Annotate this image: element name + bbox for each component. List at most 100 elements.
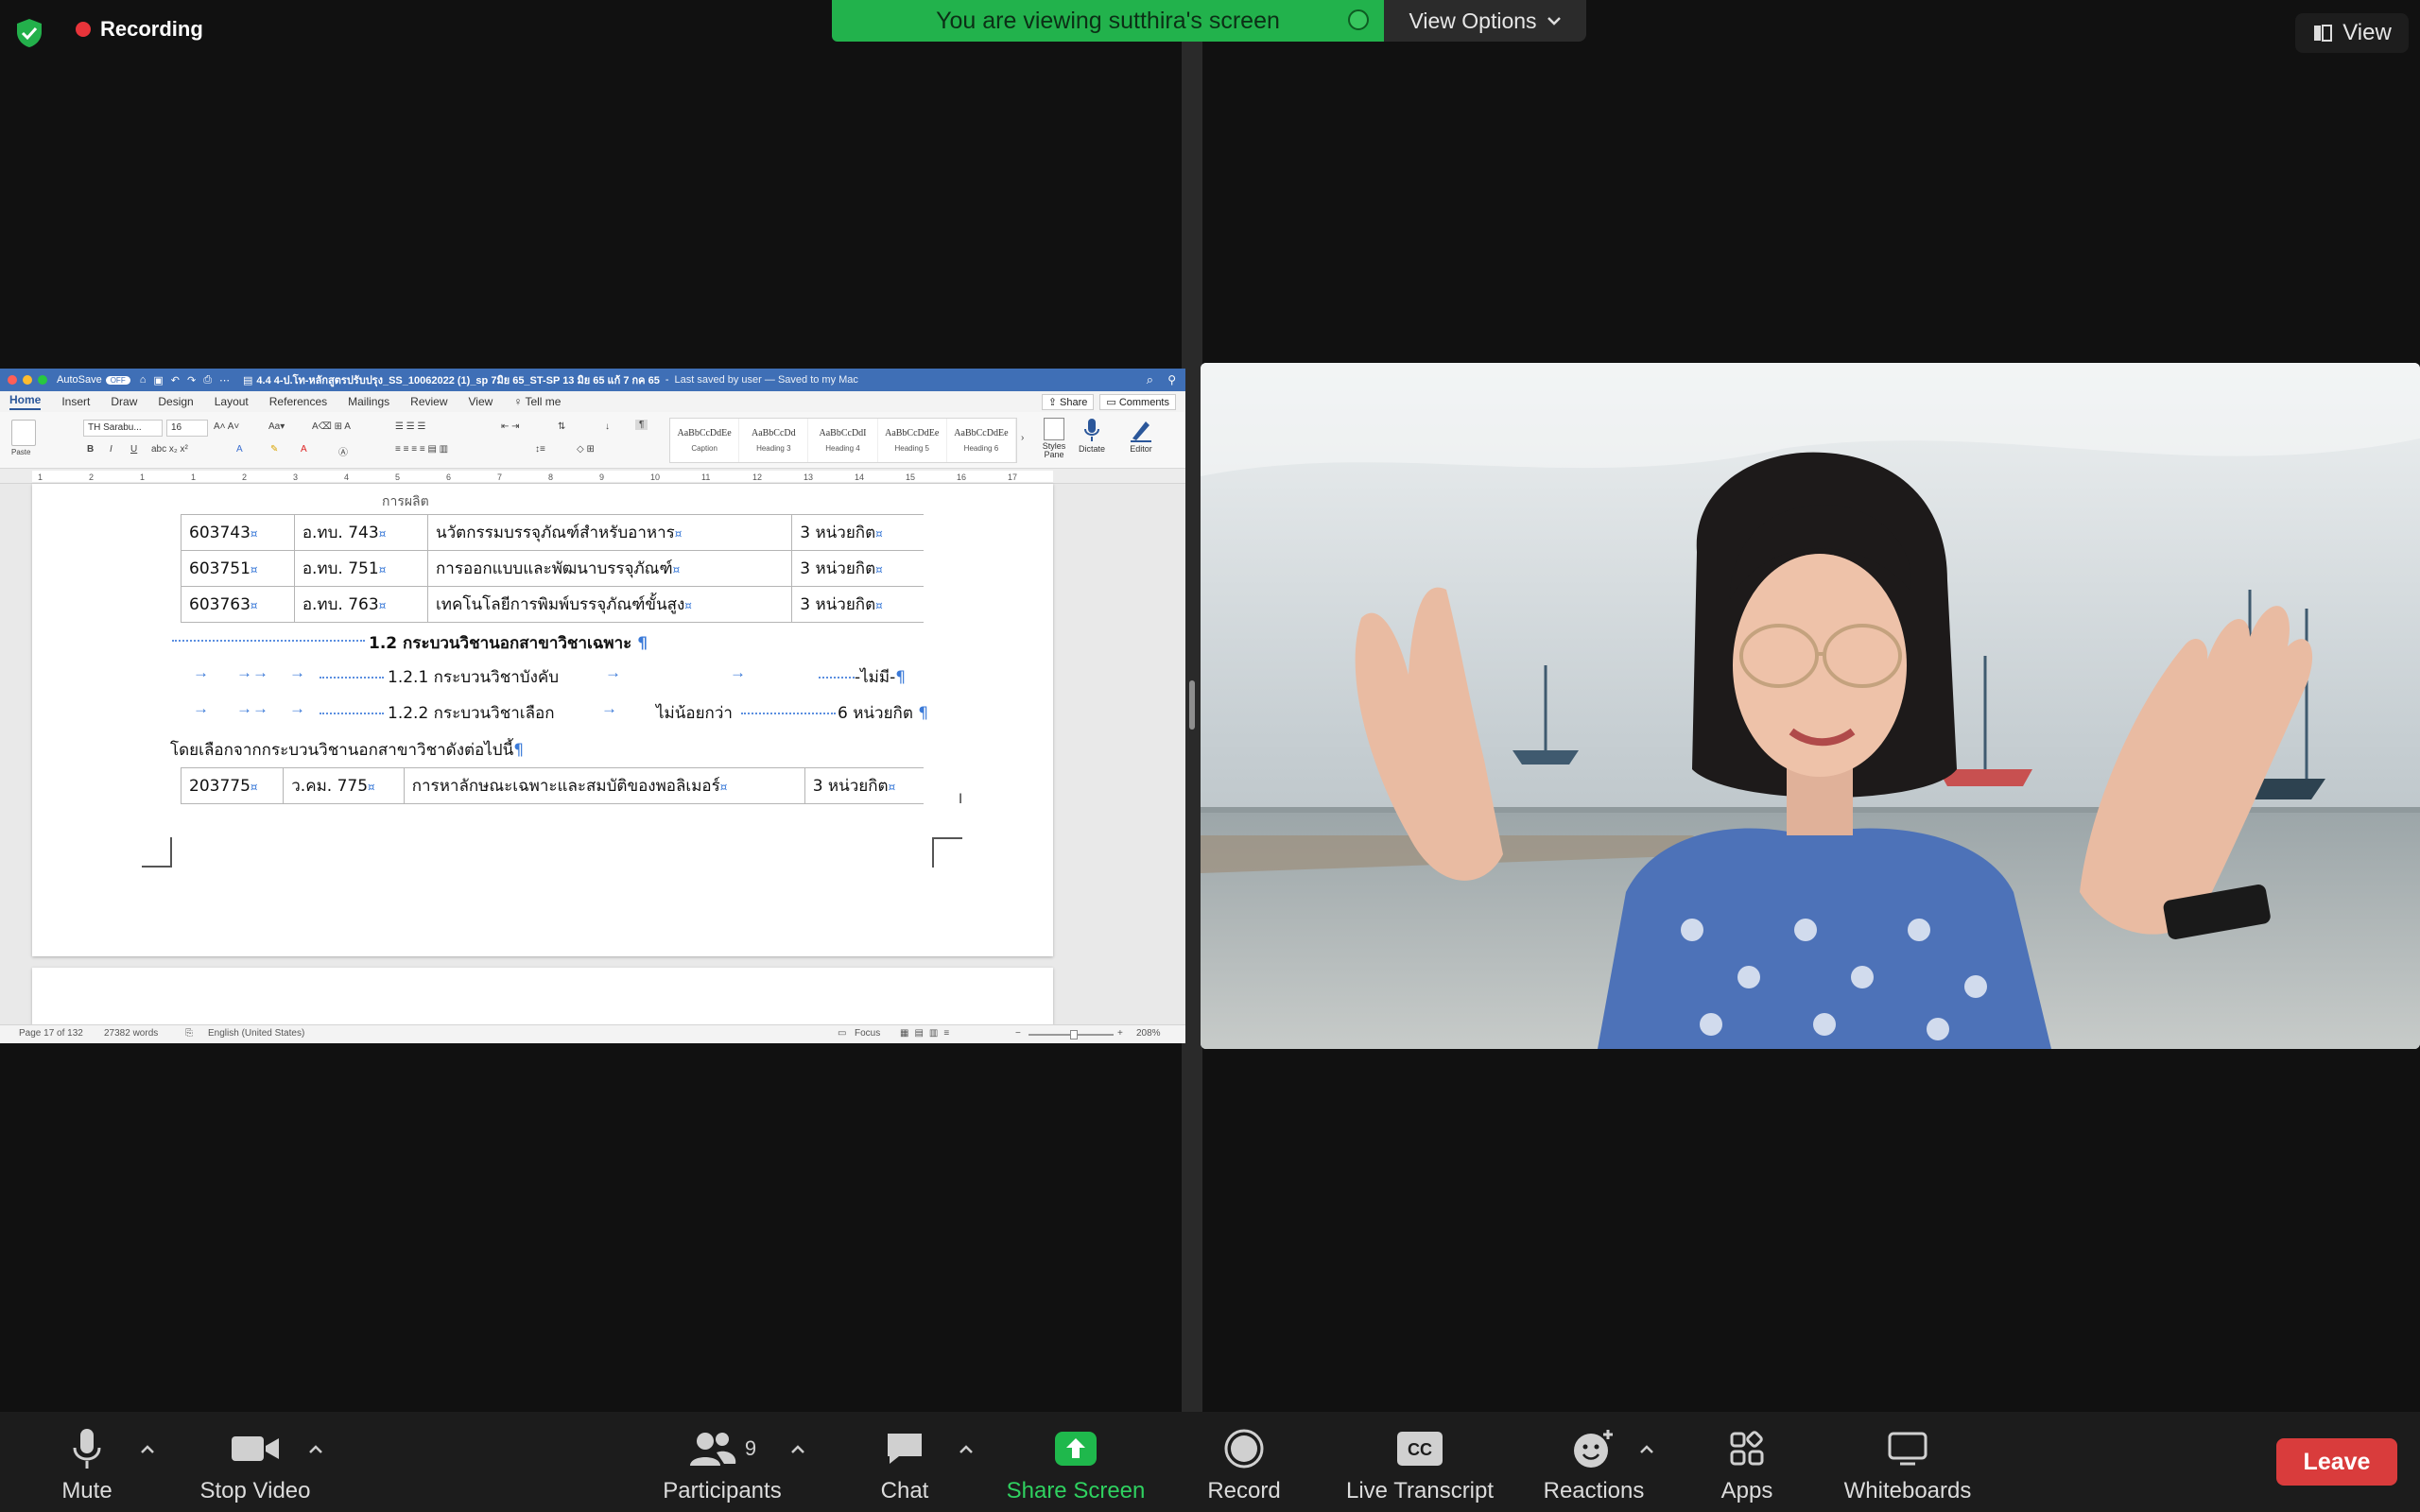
- cell-name[interactable]: เทคโนโลยีการพิมพ์บรรจุภัณฑ์ขั้นสูง¤: [426, 586, 793, 623]
- horizontal-ruler[interactable]: 1 2 1 1 2 3 4 5 6 7 8 9 10 11 12 13 14 15 16 17: [0, 469, 1185, 484]
- participant-video[interactable]: [1201, 363, 2420, 1049]
- focus-icon[interactable]: ▭: [838, 1028, 846, 1039]
- undo-icon[interactable]: ↶: [171, 374, 180, 387]
- zoom-slider-thumb[interactable]: [1070, 1030, 1078, 1040]
- redo-icon[interactable]: ↷: [187, 374, 196, 387]
- search-icon[interactable]: ⌕: [1147, 372, 1153, 387]
- audio-options-chevron-up-icon[interactable]: [138, 1440, 157, 1459]
- zoom-percent[interactable]: 208%: [1136, 1028, 1161, 1039]
- tab-home[interactable]: Home: [9, 393, 42, 410]
- share-profile-icon[interactable]: ⚲: [1167, 373, 1176, 387]
- live-transcript-button[interactable]: CC Live Transcript: [1335, 1425, 1505, 1506]
- cell-name[interactable]: นวัตกรรมบรรจุภัณฑ์สำหรับอาหาร¤: [426, 514, 793, 551]
- bold-button[interactable]: B: [87, 444, 94, 455]
- tab-review[interactable]: Review: [410, 395, 447, 408]
- tab-insert[interactable]: Insert: [61, 395, 90, 408]
- cell-abbr[interactable]: อ.ทบ. 743¤: [293, 514, 429, 551]
- font-color-icon[interactable]: A: [301, 444, 307, 455]
- more-icon[interactable]: ⋯: [219, 374, 230, 387]
- style-heading-5[interactable]: AaBbCcDdEe Heading 5: [878, 419, 947, 462]
- tab-mailings[interactable]: Mailings: [348, 395, 389, 408]
- grow-font-icon[interactable]: A˄ A˅: [214, 421, 239, 432]
- window-controls[interactable]: [8, 375, 47, 385]
- leave-button[interactable]: Leave: [2276, 1438, 2397, 1486]
- change-case-icon[interactable]: Aa▾: [268, 421, 285, 432]
- cell-abbr[interactable]: อ.ทบ. 751¤: [293, 550, 429, 587]
- home-icon[interactable]: ⌂: [140, 374, 147, 386]
- clear-format-icon[interactable]: A⌫ ⊞ A: [312, 421, 351, 432]
- split-divider-handle[interactable]: [1189, 680, 1195, 730]
- word-count[interactable]: 27382 words: [104, 1028, 158, 1039]
- recording-indicator[interactable]: Recording: [76, 17, 203, 42]
- close-window-icon[interactable]: [8, 375, 17, 385]
- cell-name[interactable]: การออกแบบและพัฒนาบรรจุภัณฑ์¤: [426, 550, 793, 587]
- cell-abbr[interactable]: อ.ทบ. 763¤: [293, 586, 429, 623]
- sort-az-icon[interactable]: ↓: [605, 421, 610, 432]
- tab-draw[interactable]: Draw: [111, 395, 137, 408]
- view-mode-icons[interactable]: ▦▤▥≡: [900, 1028, 955, 1039]
- cell-credit[interactable]: 3 หน่วยกิต¤: [791, 550, 924, 587]
- video-options-chevron-up-icon[interactable]: [306, 1440, 325, 1459]
- reactions-chevron-up-icon[interactable]: [1637, 1440, 1656, 1459]
- cell-credit[interactable]: 3 หน่วยกิต¤: [804, 767, 924, 804]
- record-button[interactable]: Record: [1197, 1425, 1291, 1506]
- cell-code[interactable]: 203775¤: [180, 767, 285, 804]
- strikethrough-button[interactable]: abc x₂ x²: [151, 444, 188, 455]
- shading-icon[interactable]: ◇ ⊞: [577, 444, 595, 455]
- dictate-button[interactable]: Dictate: [1070, 418, 1114, 454]
- italic-button[interactable]: I: [110, 444, 112, 455]
- cell-code[interactable]: 603743¤: [181, 514, 295, 551]
- cell-name[interactable]: การหาลักษณะเฉพาะและสมบัติของพอลิเมอร์¤: [403, 767, 805, 804]
- apps-button[interactable]: Apps: [1709, 1425, 1785, 1506]
- indent-icon[interactable]: ⇤ ⇥: [501, 421, 520, 432]
- bullets-icon[interactable]: ☰ ☰ ☰: [395, 421, 425, 432]
- next-document-page[interactable]: [32, 968, 1053, 1024]
- zoom-window-icon[interactable]: [38, 375, 47, 385]
- editor-button[interactable]: Editor: [1119, 418, 1163, 454]
- security-shield-icon[interactable]: [13, 17, 45, 49]
- paste-button[interactable]: Paste: [11, 420, 36, 456]
- focus-button[interactable]: Focus: [855, 1028, 880, 1039]
- style-heading-3[interactable]: AaBbCcDd Heading 3: [739, 419, 809, 462]
- tell-me-search[interactable]: ♀ Tell me: [513, 395, 561, 408]
- zoom-out-icon[interactable]: −: [1015, 1028, 1021, 1039]
- participants-chevron-up-icon[interactable]: [788, 1440, 807, 1459]
- chat-chevron-up-icon[interactable]: [957, 1440, 976, 1459]
- proofing-icon[interactable]: ⎘: [185, 1028, 193, 1039]
- style-caption[interactable]: AaBbCcDdEe Caption: [670, 419, 740, 462]
- whiteboards-button[interactable]: Whiteboards: [1830, 1425, 1985, 1506]
- cell-abbr[interactable]: ว.คม. 775¤: [283, 767, 405, 804]
- cell-code[interactable]: 603751¤: [181, 550, 295, 587]
- page-count[interactable]: Page 17 of 132: [19, 1028, 83, 1039]
- view-options-button[interactable]: View Options: [1384, 0, 1586, 42]
- cell-credit[interactable]: 3 หน่วยกิต¤: [791, 514, 924, 551]
- chat-button[interactable]: Chat: [870, 1425, 940, 1506]
- underline-button[interactable]: U: [130, 444, 137, 455]
- mute-button[interactable]: Mute: [45, 1425, 129, 1506]
- align-icons[interactable]: ≡ ≡ ≡ ≡ ▤ ▥: [395, 444, 448, 455]
- comments-button[interactable]: ▭ Comments: [1099, 394, 1176, 410]
- autosave-toggle[interactable]: OFF: [105, 375, 130, 385]
- style-heading-4[interactable]: AaBbCcDdI Heading 4: [808, 419, 878, 462]
- minimize-window-icon[interactable]: [23, 375, 32, 385]
- language-status[interactable]: English (United States): [208, 1028, 304, 1039]
- sort-icon[interactable]: ⇅: [558, 421, 565, 432]
- cell-credit[interactable]: 3 หน่วยกิต¤: [791, 586, 924, 623]
- share-screen-button[interactable]: Share Screen: [1000, 1425, 1151, 1506]
- cell-code[interactable]: 603763¤: [181, 586, 295, 623]
- tab-design[interactable]: Design: [158, 395, 193, 408]
- participants-button[interactable]: 9 Participants: [654, 1425, 790, 1506]
- character-shading-icon[interactable]: Ⓐ: [338, 444, 348, 458]
- styles-gallery[interactable]: AaBbCcDdEe Caption AaBbCcDd Heading 3 AaBbCc…: [669, 418, 1017, 463]
- zoom-in-icon[interactable]: +: [1117, 1028, 1123, 1039]
- show-formatting-icon[interactable]: ¶: [635, 420, 648, 430]
- tab-view[interactable]: View: [469, 395, 493, 408]
- font-name-select[interactable]: TH Sarabu...: [83, 420, 163, 437]
- reactions-button[interactable]: Reactions: [1537, 1425, 1651, 1506]
- share-doc-button[interactable]: ⇪ Share: [1041, 394, 1095, 410]
- tab-references[interactable]: References: [269, 395, 327, 408]
- tab-layout[interactable]: Layout: [215, 395, 249, 408]
- style-heading-6[interactable]: AaBbCcDdEe Heading 6: [947, 419, 1017, 462]
- save-icon[interactable]: ▣: [153, 374, 163, 387]
- styles-more-icon[interactable]: ›: [1021, 433, 1024, 443]
